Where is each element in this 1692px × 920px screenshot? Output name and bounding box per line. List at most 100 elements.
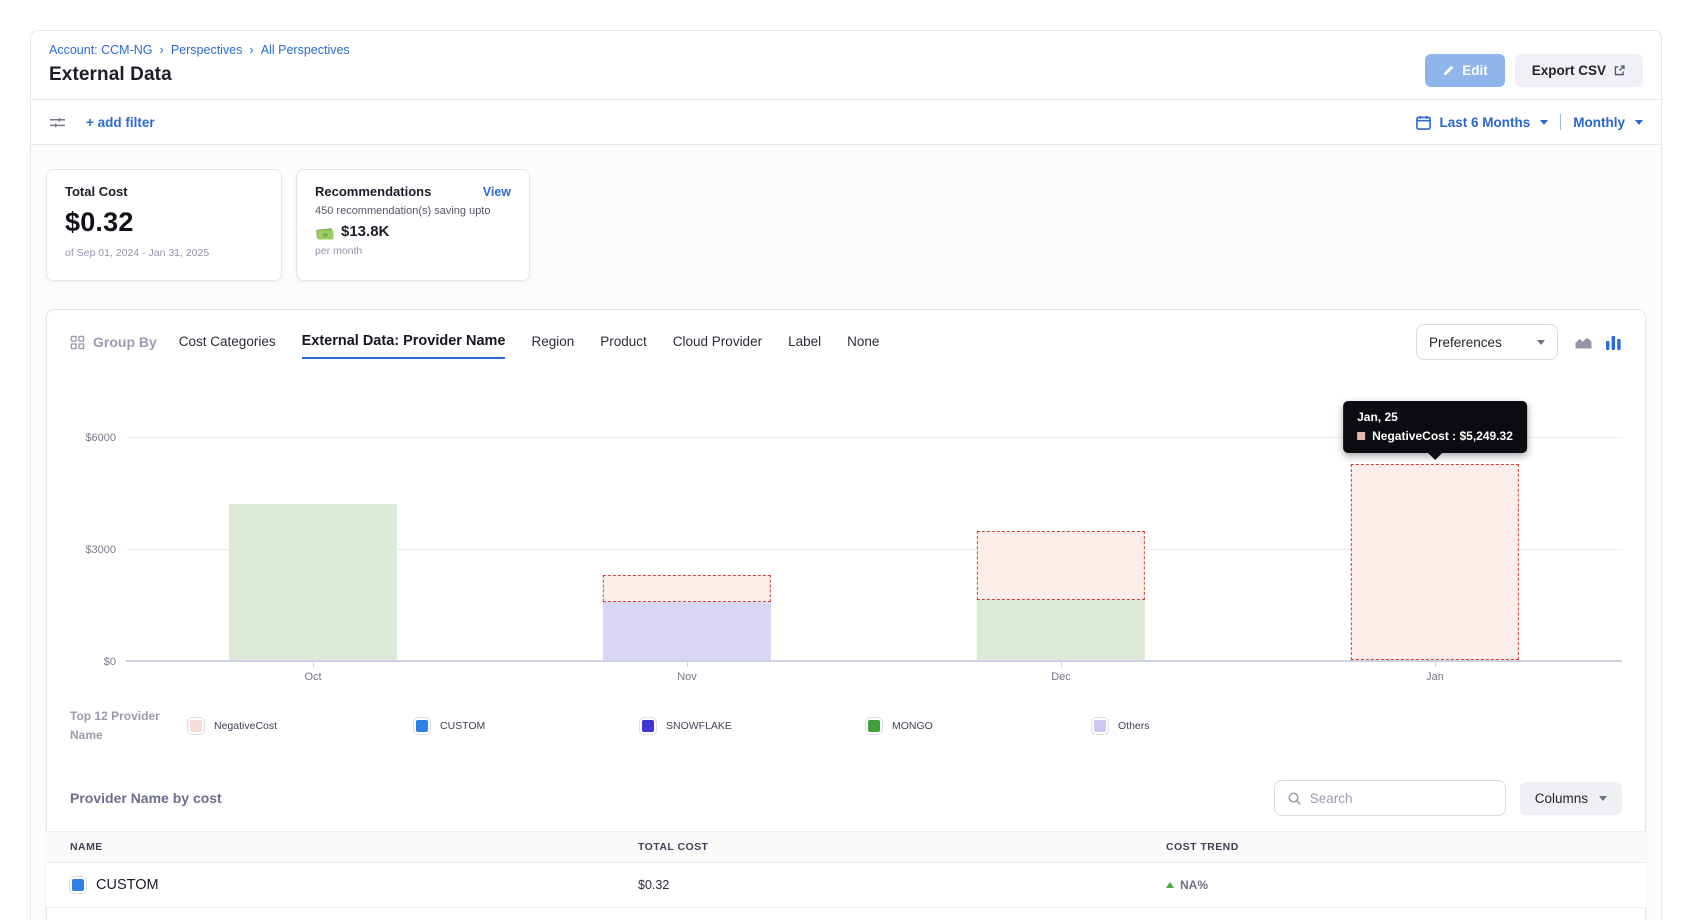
export-csv-label: Export CSV — [1532, 63, 1606, 78]
group-by-label: Group By — [93, 334, 157, 350]
table-title: Provider Name by cost — [70, 790, 222, 806]
bar-segment-mongo[interactable] — [977, 600, 1145, 660]
columns-button[interactable]: Columns — [1520, 782, 1622, 815]
chevron-down-icon — [1635, 120, 1643, 125]
legend-swatch — [188, 718, 204, 734]
legend-swatch — [1092, 718, 1108, 734]
perspective-panel: Group By Cost Categories External Data: P… — [46, 309, 1646, 920]
total-cost-value: $0.32 — [65, 207, 263, 238]
legend-item-mongo[interactable]: MONGO — [866, 718, 1092, 734]
tab-region[interactable]: Region — [531, 327, 574, 357]
row-name: CUSTOM — [96, 877, 159, 893]
chart-plot-area: $0$3000$6000Jan, 25NegativeCost : $5,249… — [126, 382, 1622, 662]
chart-x-axis-labels: OctNovDecJan — [126, 671, 1622, 683]
table-row[interactable]: CUSTOM $0.32 NA% — [46, 863, 1646, 908]
provider-cost-table: NAMETOTAL COSTCOST TREND CUSTOM$0.32NA% — [46, 831, 1646, 908]
breadcrumb-link[interactable]: Perspectives — [171, 43, 243, 57]
filter-sliders-icon[interactable] — [49, 115, 66, 130]
area-chart-icon[interactable] — [1574, 335, 1593, 350]
money-icon — [315, 224, 335, 240]
tab-label[interactable]: Label — [788, 327, 821, 357]
legend-title: Top 12 Provider Name — [70, 707, 188, 744]
chart-column-dec — [874, 382, 1248, 662]
x-axis-label-dec: Dec — [874, 671, 1248, 683]
trend-up-icon — [1166, 882, 1174, 888]
export-csv-button[interactable]: Export CSV — [1515, 54, 1643, 87]
time-range-dropdown[interactable]: Last 6 Months — [1439, 115, 1530, 130]
edit-button-label: Edit — [1462, 63, 1488, 78]
search-box — [1274, 780, 1506, 816]
bar-nov[interactable] — [603, 575, 771, 660]
table-body: CUSTOM $0.32 NA% — [46, 863, 1646, 908]
y-axis-label: $3000 — [70, 544, 116, 556]
bar-segment-others[interactable] — [603, 602, 771, 660]
tooltip-series-marker — [1357, 432, 1365, 440]
total-cost-period: of Sep 01, 2024 - Jan 31, 2025 — [65, 247, 263, 259]
tab-cloud-provider[interactable]: Cloud Provider — [673, 327, 762, 357]
chevron-down-icon — [1540, 120, 1548, 125]
chart-tooltip: Jan, 25NegativeCost : $5,249.32 — [1343, 401, 1527, 453]
divider — [1560, 114, 1561, 130]
group-by-row: Group By Cost Categories External Data: P… — [70, 324, 1622, 360]
x-axis-tick — [687, 662, 688, 667]
bar-segment-mongo[interactable] — [229, 504, 397, 660]
tab-none[interactable]: None — [847, 327, 879, 357]
y-axis-label: $6000 — [70, 432, 116, 444]
search-input[interactable] — [1310, 791, 1493, 806]
table-header-total-cost: TOTAL COST — [638, 841, 1166, 853]
external-link-icon — [1613, 64, 1626, 77]
bar-segment-negativecost[interactable] — [1351, 464, 1519, 660]
bar-dec[interactable] — [977, 531, 1145, 660]
chevron-down-icon — [1599, 796, 1607, 801]
legend-item-others[interactable]: Others — [1092, 718, 1318, 734]
page-title: External Data — [49, 64, 350, 86]
bar-segment-negativecost[interactable] — [603, 575, 771, 602]
bar-jan[interactable] — [1351, 464, 1519, 660]
recommendations-subtitle: 450 recommendation(s) saving upto — [315, 205, 511, 217]
legend-swatch — [640, 718, 656, 734]
grid-icon — [70, 335, 85, 350]
cost-chart: $0 $3000 $6000 Jan, 25NegativeCost : $5,249… — [70, 382, 1622, 683]
table-cell-total-cost: $0.32 — [638, 878, 1166, 892]
legend-swatch — [866, 718, 882, 734]
tab-product[interactable]: Product — [600, 327, 647, 357]
chevron-down-icon — [1537, 340, 1545, 345]
trend-value: NA% — [1180, 878, 1208, 892]
recommendations-label: Recommendations — [315, 184, 431, 199]
x-axis-tick — [1435, 662, 1436, 667]
table-cell-name: CUSTOM — [46, 877, 638, 893]
recommendations-savings: $13.8K — [341, 223, 389, 240]
tooltip-value-line: NegativeCost : $5,249.32 — [1357, 429, 1513, 443]
content-area: Total Cost $0.32 of Sep 01, 2024 - Jan 3… — [31, 145, 1661, 920]
recommendations-card: Recommendations View 450 recommendation(… — [296, 169, 530, 281]
legend-item-negativecost[interactable]: NegativeCost — [188, 718, 414, 734]
legend-item-label: Others — [1118, 720, 1150, 732]
breadcrumb-link[interactable]: All Perspectives — [261, 43, 350, 57]
legend-item-label: SNOWFLAKE — [666, 720, 732, 732]
edit-button[interactable]: Edit — [1425, 54, 1505, 87]
legend-swatch — [414, 718, 430, 734]
pencil-icon — [1442, 64, 1455, 77]
legend-item-custom[interactable]: CUSTOM — [414, 718, 640, 734]
page-header: Account: CCM-NG›Perspectives›All Perspec… — [31, 31, 1661, 99]
table-toolbar: Provider Name by cost Columns — [70, 764, 1622, 831]
search-icon — [1287, 791, 1302, 806]
view-recommendations-link[interactable]: View — [483, 185, 511, 199]
tab-external-data-provider-name[interactable]: External Data: Provider Name — [302, 326, 506, 359]
x-axis-tick — [313, 662, 314, 667]
chart-column-jan: Jan, 25NegativeCost : $5,249.32 — [1248, 382, 1622, 662]
bar-chart-icon[interactable] — [1605, 335, 1622, 350]
breadcrumb-separator: › — [160, 42, 164, 57]
legend-item-snowflake[interactable]: SNOWFLAKE — [640, 718, 866, 734]
granularity-dropdown[interactable]: Monthly — [1573, 115, 1625, 130]
tab-cost-categories[interactable]: Cost Categories — [179, 327, 276, 357]
bar-oct[interactable] — [229, 504, 397, 660]
legend-item-label: NegativeCost — [214, 720, 277, 732]
preferences-dropdown[interactable]: Preferences — [1416, 324, 1558, 360]
group-by-tabs: Cost Categories External Data: Provider N… — [179, 326, 880, 359]
filter-bar: + add filter Last 6 Months Monthly — [31, 99, 1661, 145]
breadcrumb-link[interactable]: Account: CCM-NG — [49, 43, 153, 57]
y-axis-label: $0 — [70, 656, 116, 668]
bar-segment-negativecost[interactable] — [977, 531, 1145, 600]
add-filter-button[interactable]: + add filter — [86, 115, 155, 130]
